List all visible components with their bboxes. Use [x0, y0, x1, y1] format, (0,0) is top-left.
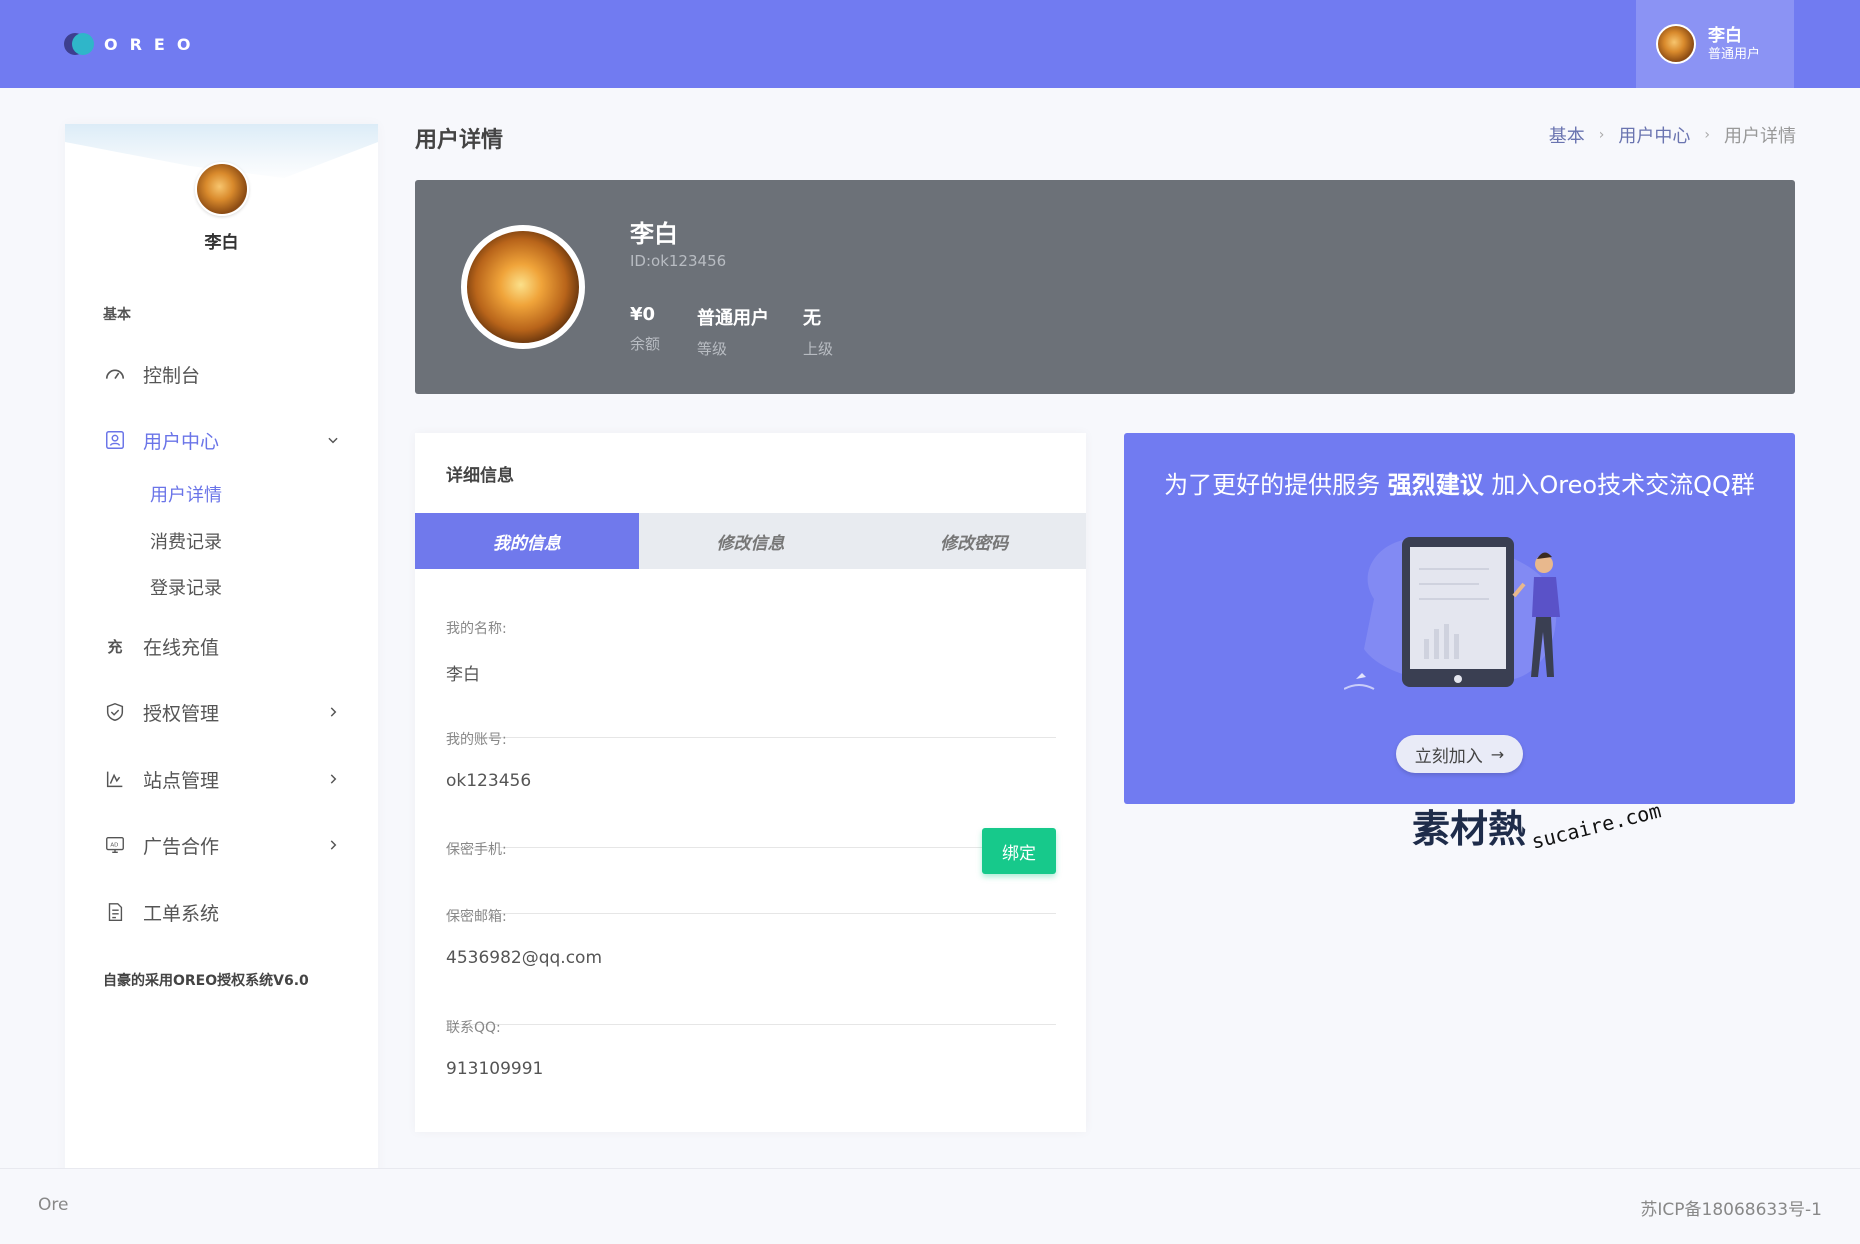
- breadcrumb-item-current: 用户详情: [1724, 126, 1796, 147]
- breadcrumb-item-base[interactable]: 基本: [1549, 122, 1585, 148]
- sidebar-profile: 李白: [65, 162, 378, 253]
- chevron-down-icon: [323, 430, 343, 450]
- stat-label: 余额: [630, 335, 661, 353]
- user-card-icon: [103, 428, 127, 452]
- logo[interactable]: OREO: [64, 33, 202, 55]
- sidebar-item-tickets[interactable]: 工单系统: [103, 892, 343, 932]
- field-value: ok123456: [446, 771, 532, 791]
- sidebar-item-label: 授权管理: [143, 702, 220, 725]
- join-now-button[interactable]: 立刻加入 →: [1396, 735, 1523, 773]
- footer-left-text: Ore: [38, 1195, 69, 1215]
- tab-change-password[interactable]: 修改密码: [862, 513, 1086, 569]
- promo-title-suffix: 加入Oreo技术交流QQ群: [1491, 471, 1755, 499]
- top-header: OREO 李白 普通用户: [0, 0, 1860, 88]
- page-title: 用户详情: [415, 128, 504, 153]
- field-value: 李白: [446, 665, 480, 685]
- promo-title-prefix: 为了更好的提供服务: [1164, 471, 1381, 499]
- field-account: 我的账号: ok123456: [446, 729, 1056, 848]
- stat-parent: 无 上级: [803, 304, 833, 359]
- stat-value: ¥0: [630, 304, 656, 325]
- tab-edit-info[interactable]: 修改信息: [639, 513, 863, 569]
- field-qq: 联系QQ: 913109991: [446, 1017, 1056, 1127]
- sidebar-subitem-user-detail[interactable]: 用户详情: [150, 481, 222, 511]
- sidebar-item-ads[interactable]: AD 广告合作: [103, 825, 343, 865]
- avatar: [1656, 24, 1696, 64]
- field-label: 保密手机:: [446, 842, 507, 858]
- watermark-en: sucaire.com: [1529, 798, 1664, 854]
- detail-heading: 详细信息: [446, 466, 514, 486]
- tab-my-info[interactable]: 我的信息: [415, 513, 639, 569]
- header-user-name: 李白: [1708, 25, 1742, 46]
- sidebar-item-site[interactable]: 站点管理: [103, 759, 343, 799]
- sidebar: 李白 基本 控制台 用户中心 用户详情 消费记录 登录记录 充 在线充值 授权管…: [65, 124, 378, 1244]
- sidebar-item-label: 广告合作: [143, 835, 220, 858]
- profile-name: 李白: [630, 220, 678, 248]
- profile-id: ID:ok123456: [630, 252, 727, 270]
- stat-label: 上级: [803, 340, 834, 358]
- chart-icon: [103, 767, 127, 791]
- footer: Ore 苏ICP备18068633号-1: [0, 1168, 1860, 1244]
- sidebar-footer-text: 自豪的采用OREO授权系统V6.0: [103, 973, 309, 989]
- chevron-right-icon: [323, 769, 343, 789]
- sidebar-item-label: 工单系统: [143, 902, 220, 925]
- stat-label: 等级: [697, 340, 728, 358]
- sidebar-item-label: 控制台: [143, 364, 201, 387]
- sidebar-item-authorization[interactable]: 授权管理: [103, 692, 343, 732]
- icp-link[interactable]: 苏ICP备18068633号-1: [1640, 1195, 1822, 1220]
- breadcrumb-item-user-center[interactable]: 用户中心: [1618, 122, 1690, 148]
- field-label: 我的账号:: [446, 732, 507, 748]
- sidebar-avatar[interactable]: [194, 162, 249, 216]
- shield-icon: [103, 700, 127, 724]
- sidebar-subitem-login-log[interactable]: 登录记录: [150, 574, 222, 604]
- logo-mark-icon: [64, 33, 94, 55]
- sidebar-user-name: 李白: [204, 233, 239, 253]
- sidebar-item-user-center[interactable]: 用户中心: [103, 420, 343, 460]
- dashboard-icon: [103, 362, 127, 386]
- sidebar-subitem-consumption[interactable]: 消费记录: [150, 528, 222, 558]
- stat-value: 普通用户: [697, 308, 769, 329]
- chevron-right-icon: [323, 835, 343, 855]
- promo-card: 为了更好的提供服务 强烈建议 加入Oreo技术交流QQ群 立刻加入 →: [1124, 433, 1795, 804]
- sidebar-item-label: 用户中心: [143, 430, 220, 453]
- promo-title: 为了更好的提供服务 强烈建议 加入Oreo技术交流QQ群: [1124, 465, 1795, 500]
- ticket-icon: [103, 900, 127, 924]
- sidebar-item-recharge[interactable]: 充 在线充值: [103, 626, 343, 666]
- arrow-right-icon: →: [1490, 744, 1505, 764]
- watermark: 素材熱 sucaire.com: [1412, 790, 1664, 860]
- join-now-label: 立刻加入: [1414, 746, 1483, 767]
- sidebar-section-label: 基本: [103, 307, 131, 323]
- detail-card: 详细信息 我的信息 修改信息 修改密码 我的名称: 李白 我的账号: ok123…: [415, 433, 1086, 1132]
- stat-balance: ¥0 余额: [630, 304, 660, 354]
- breadcrumb: 基本 › 用户中心 › 用户详情: [1549, 122, 1796, 148]
- field-phone: 保密手机: 绑定: [446, 828, 1056, 914]
- sidebar-item-label: 在线充值: [143, 636, 220, 659]
- bind-phone-button[interactable]: 绑定: [982, 828, 1056, 874]
- field-name: 我的名称: 李白: [446, 618, 1056, 738]
- user-menu[interactable]: 李白 普通用户: [1636, 0, 1794, 88]
- stat-level: 普通用户 等级: [697, 304, 769, 359]
- logo-text: OREO: [104, 34, 203, 54]
- header-user-level: 普通用户: [1708, 46, 1761, 62]
- profile-banner: 李白 ID:ok123456 ¥0 余额 普通用户 等级 无 上级: [415, 180, 1795, 394]
- field-label: 我的名称:: [446, 621, 507, 637]
- field-label: 保密邮箱:: [446, 909, 507, 925]
- svg-text:AD: AD: [110, 842, 118, 848]
- watermark-cn: 素材熱: [1412, 807, 1527, 851]
- field-email: 保密邮箱: 4536982@qq.com: [446, 906, 1056, 1025]
- chevron-right-icon: ›: [1598, 127, 1605, 143]
- detail-tabs: 我的信息 修改信息 修改密码: [415, 513, 1086, 569]
- promo-title-bold: 强烈建议: [1387, 471, 1484, 499]
- field-value: 4536982@qq.com: [446, 948, 603, 968]
- sidebar-item-dashboard[interactable]: 控制台: [103, 354, 343, 394]
- profile-avatar: [461, 225, 585, 349]
- field-label: 联系QQ:: [446, 1020, 501, 1036]
- chevron-right-icon: [323, 702, 343, 722]
- tablet-illustration-icon: [1344, 537, 1560, 690]
- field-value: 913109991: [446, 1059, 544, 1079]
- sidebar-item-label: 站点管理: [143, 769, 220, 792]
- recharge-icon: 充: [107, 637, 123, 656]
- ad-icon: AD: [103, 833, 127, 857]
- chevron-right-icon: ›: [1704, 127, 1710, 143]
- stat-value: 无: [803, 308, 821, 329]
